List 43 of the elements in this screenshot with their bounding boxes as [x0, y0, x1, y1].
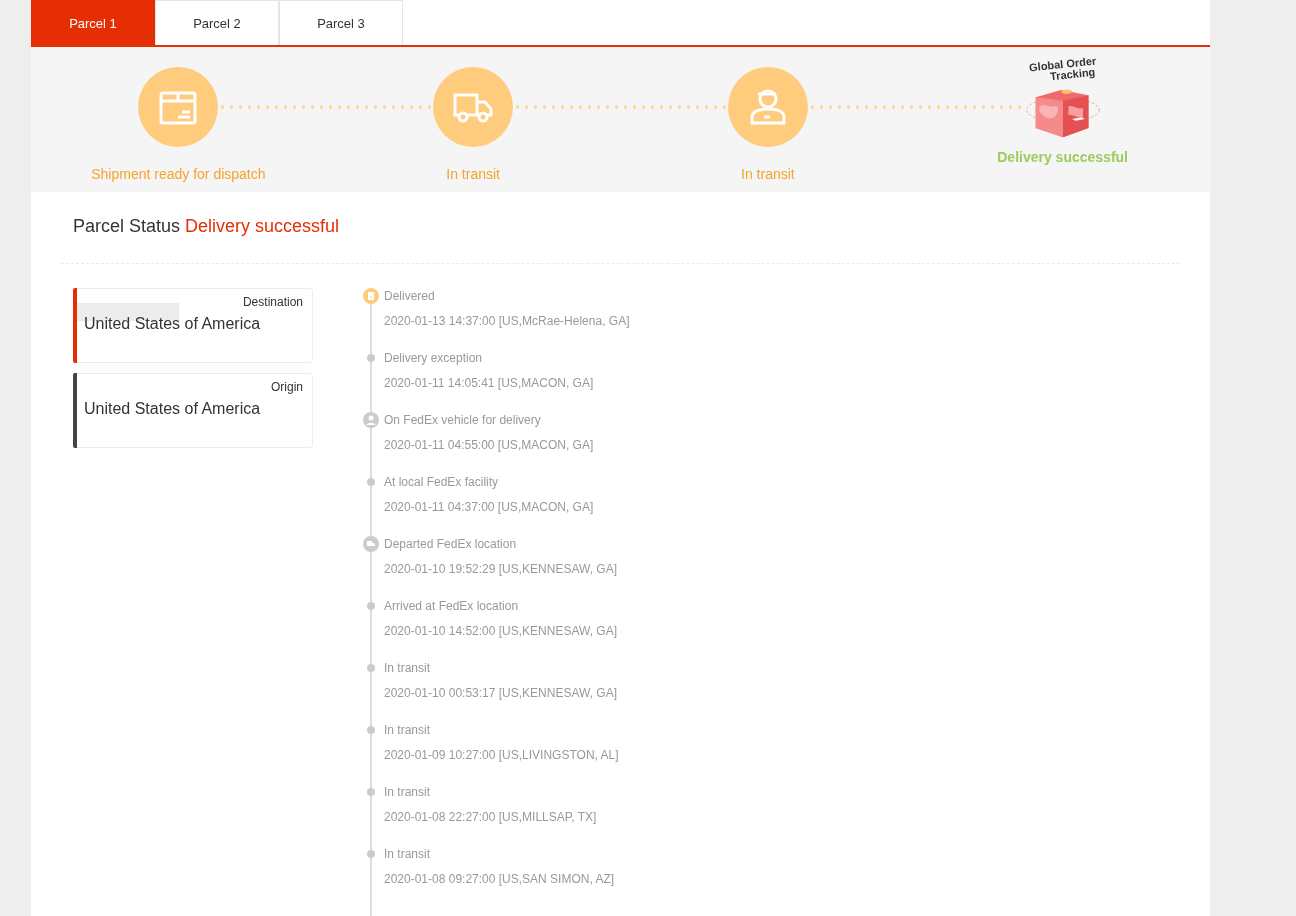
status-label: Parcel Status: [73, 216, 181, 236]
event-title: On FedEx vehicle for delivery: [384, 412, 542, 428]
event-detail: 2020-01-09 10:27:00 [US,LIVINGSTON, AL]: [384, 747, 620, 763]
event-detail: 2020-01-10 14:52:00 [US,KENNESAW, GA]: [384, 623, 618, 639]
event-detail: 2020-01-10 00:53:17 [US,KENNESAW, GA]: [384, 685, 618, 701]
event-title: In transit: [384, 660, 432, 676]
status-value: Delivery successful: [185, 216, 340, 236]
event-detail: 2020-01-11 04:37:00 [US,MACON, GA]: [384, 499, 595, 515]
event-detail: 2020-01-11 04:55:00 [US,MACON, GA]: [384, 437, 595, 453]
event-title: At local FedEx facility: [384, 474, 500, 490]
event-detail: 2020-01-08 22:27:00 [US,MILLSAP, TX]: [384, 809, 598, 825]
parcel-tab[interactable]: Parcel 2: [155, 0, 279, 45]
event-title: Delivered: [384, 288, 436, 304]
event-detail: 2020-01-11 14:05:41 [US,MACON, GA]: [384, 375, 595, 391]
location-role: Destination: [241, 295, 303, 309]
timeline-dot: [367, 478, 375, 486]
location-role: Origin: [270, 380, 303, 394]
timeline-dot: [367, 354, 375, 362]
location-country: United States of America: [84, 400, 262, 418]
timeline-dot: [367, 602, 375, 610]
step-label: Shipment ready for dispatch: [91, 166, 266, 182]
event-detail: 2020-01-13 14:37:00 [US,McRae-Helena, GA]: [384, 313, 630, 329]
timeline-dot: [367, 788, 375, 796]
event-title: In transit: [384, 722, 432, 738]
step-label: In transit: [741, 166, 795, 182]
step-label: Delivery successful: [997, 149, 1128, 165]
timeline-dot: [367, 726, 375, 734]
delivered-icon: [363, 288, 379, 304]
event-title: In transit: [384, 784, 432, 800]
parcel-tab[interactable]: Parcel 3: [279, 0, 403, 45]
event-detail: 2020-01-08 09:27:00 [US,SAN SIMON, AZ]: [384, 871, 616, 887]
event-title: In transit: [384, 846, 432, 862]
truck-icon: [363, 536, 379, 552]
event-title: Arrived at FedEx location: [384, 598, 520, 614]
step-label: In transit: [446, 166, 500, 182]
event-title: Departed FedEx location: [384, 536, 518, 552]
parcel-tab[interactable]: Parcel 1: [31, 0, 155, 45]
timeline-dot: [367, 850, 375, 858]
person-icon: [363, 412, 379, 428]
timeline-dot: [367, 664, 375, 672]
event-detail: 2020-01-10 19:52:29 [US,KENNESAW, GA]: [384, 561, 618, 577]
location-country: United States of America: [84, 315, 262, 333]
event-title: Delivery exception: [384, 350, 484, 366]
